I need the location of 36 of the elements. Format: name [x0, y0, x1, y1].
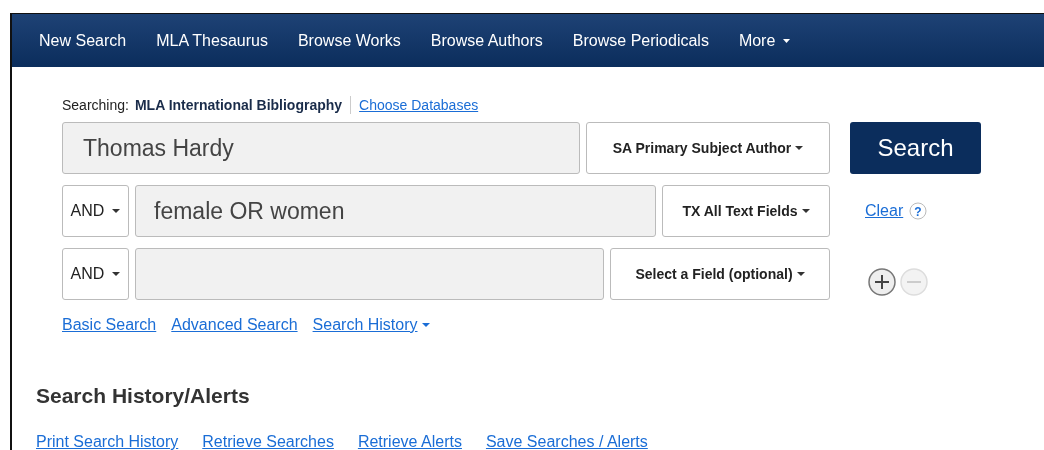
- choose-databases-link[interactable]: Choose Databases: [359, 97, 479, 113]
- history-link[interactable]: Print Search History: [36, 433, 179, 450]
- nav-link[interactable]: Browse Works: [297, 31, 401, 50]
- operator-dropdown[interactable]: AND: [62, 185, 129, 237]
- field-dropdown[interactable]: SA Primary Subject Author: [586, 122, 830, 174]
- add-row-icon[interactable]: [868, 268, 896, 296]
- nav-link[interactable]: Browse Authors: [430, 31, 543, 50]
- caret-icon: [112, 272, 121, 276]
- caret-icon: [421, 323, 430, 327]
- caret-icon: [796, 272, 805, 276]
- searching-label: Searching:: [62, 97, 129, 113]
- section-heading: Search History/Alerts: [36, 384, 251, 408]
- search-mode-link[interactable]: Basic Search: [62, 316, 157, 334]
- more-menu[interactable]: More: [738, 31, 791, 50]
- caret-icon: [795, 146, 804, 150]
- search-history-link[interactable]: Search History: [312, 316, 430, 334]
- search-field[interactable]: Thomas Hardy: [62, 122, 580, 174]
- nav-link[interactable]: Browse Periodicals: [572, 31, 709, 50]
- caret-icon: [801, 209, 810, 213]
- history-link[interactable]: Retrieve Searches: [202, 433, 334, 450]
- field-dropdown[interactable]: TX All Text Fields: [662, 185, 830, 237]
- search-mode-link[interactable]: Advanced Search: [171, 316, 298, 334]
- search-button[interactable]: Search: [850, 122, 981, 174]
- help-icon[interactable]: ?: [909, 202, 928, 220]
- search-field[interactable]: female OR women: [135, 185, 656, 237]
- nav-link[interactable]: New Search: [39, 31, 127, 50]
- field-dropdown[interactable]: Select a Field (optional): [610, 248, 830, 300]
- search-field[interactable]: [135, 248, 604, 300]
- caret-icon: [783, 38, 791, 43]
- caret-icon: [112, 209, 121, 213]
- clear-link[interactable]: Clear: [865, 202, 904, 220]
- history-link[interactable]: Retrieve Alerts: [357, 433, 462, 450]
- operator-dropdown[interactable]: AND: [62, 248, 129, 300]
- database-name: MLA International Bibliography: [134, 97, 343, 113]
- nav-link[interactable]: MLA Thesaurus: [156, 31, 268, 50]
- history-link[interactable]: Save Searches / Alerts: [485, 433, 648, 450]
